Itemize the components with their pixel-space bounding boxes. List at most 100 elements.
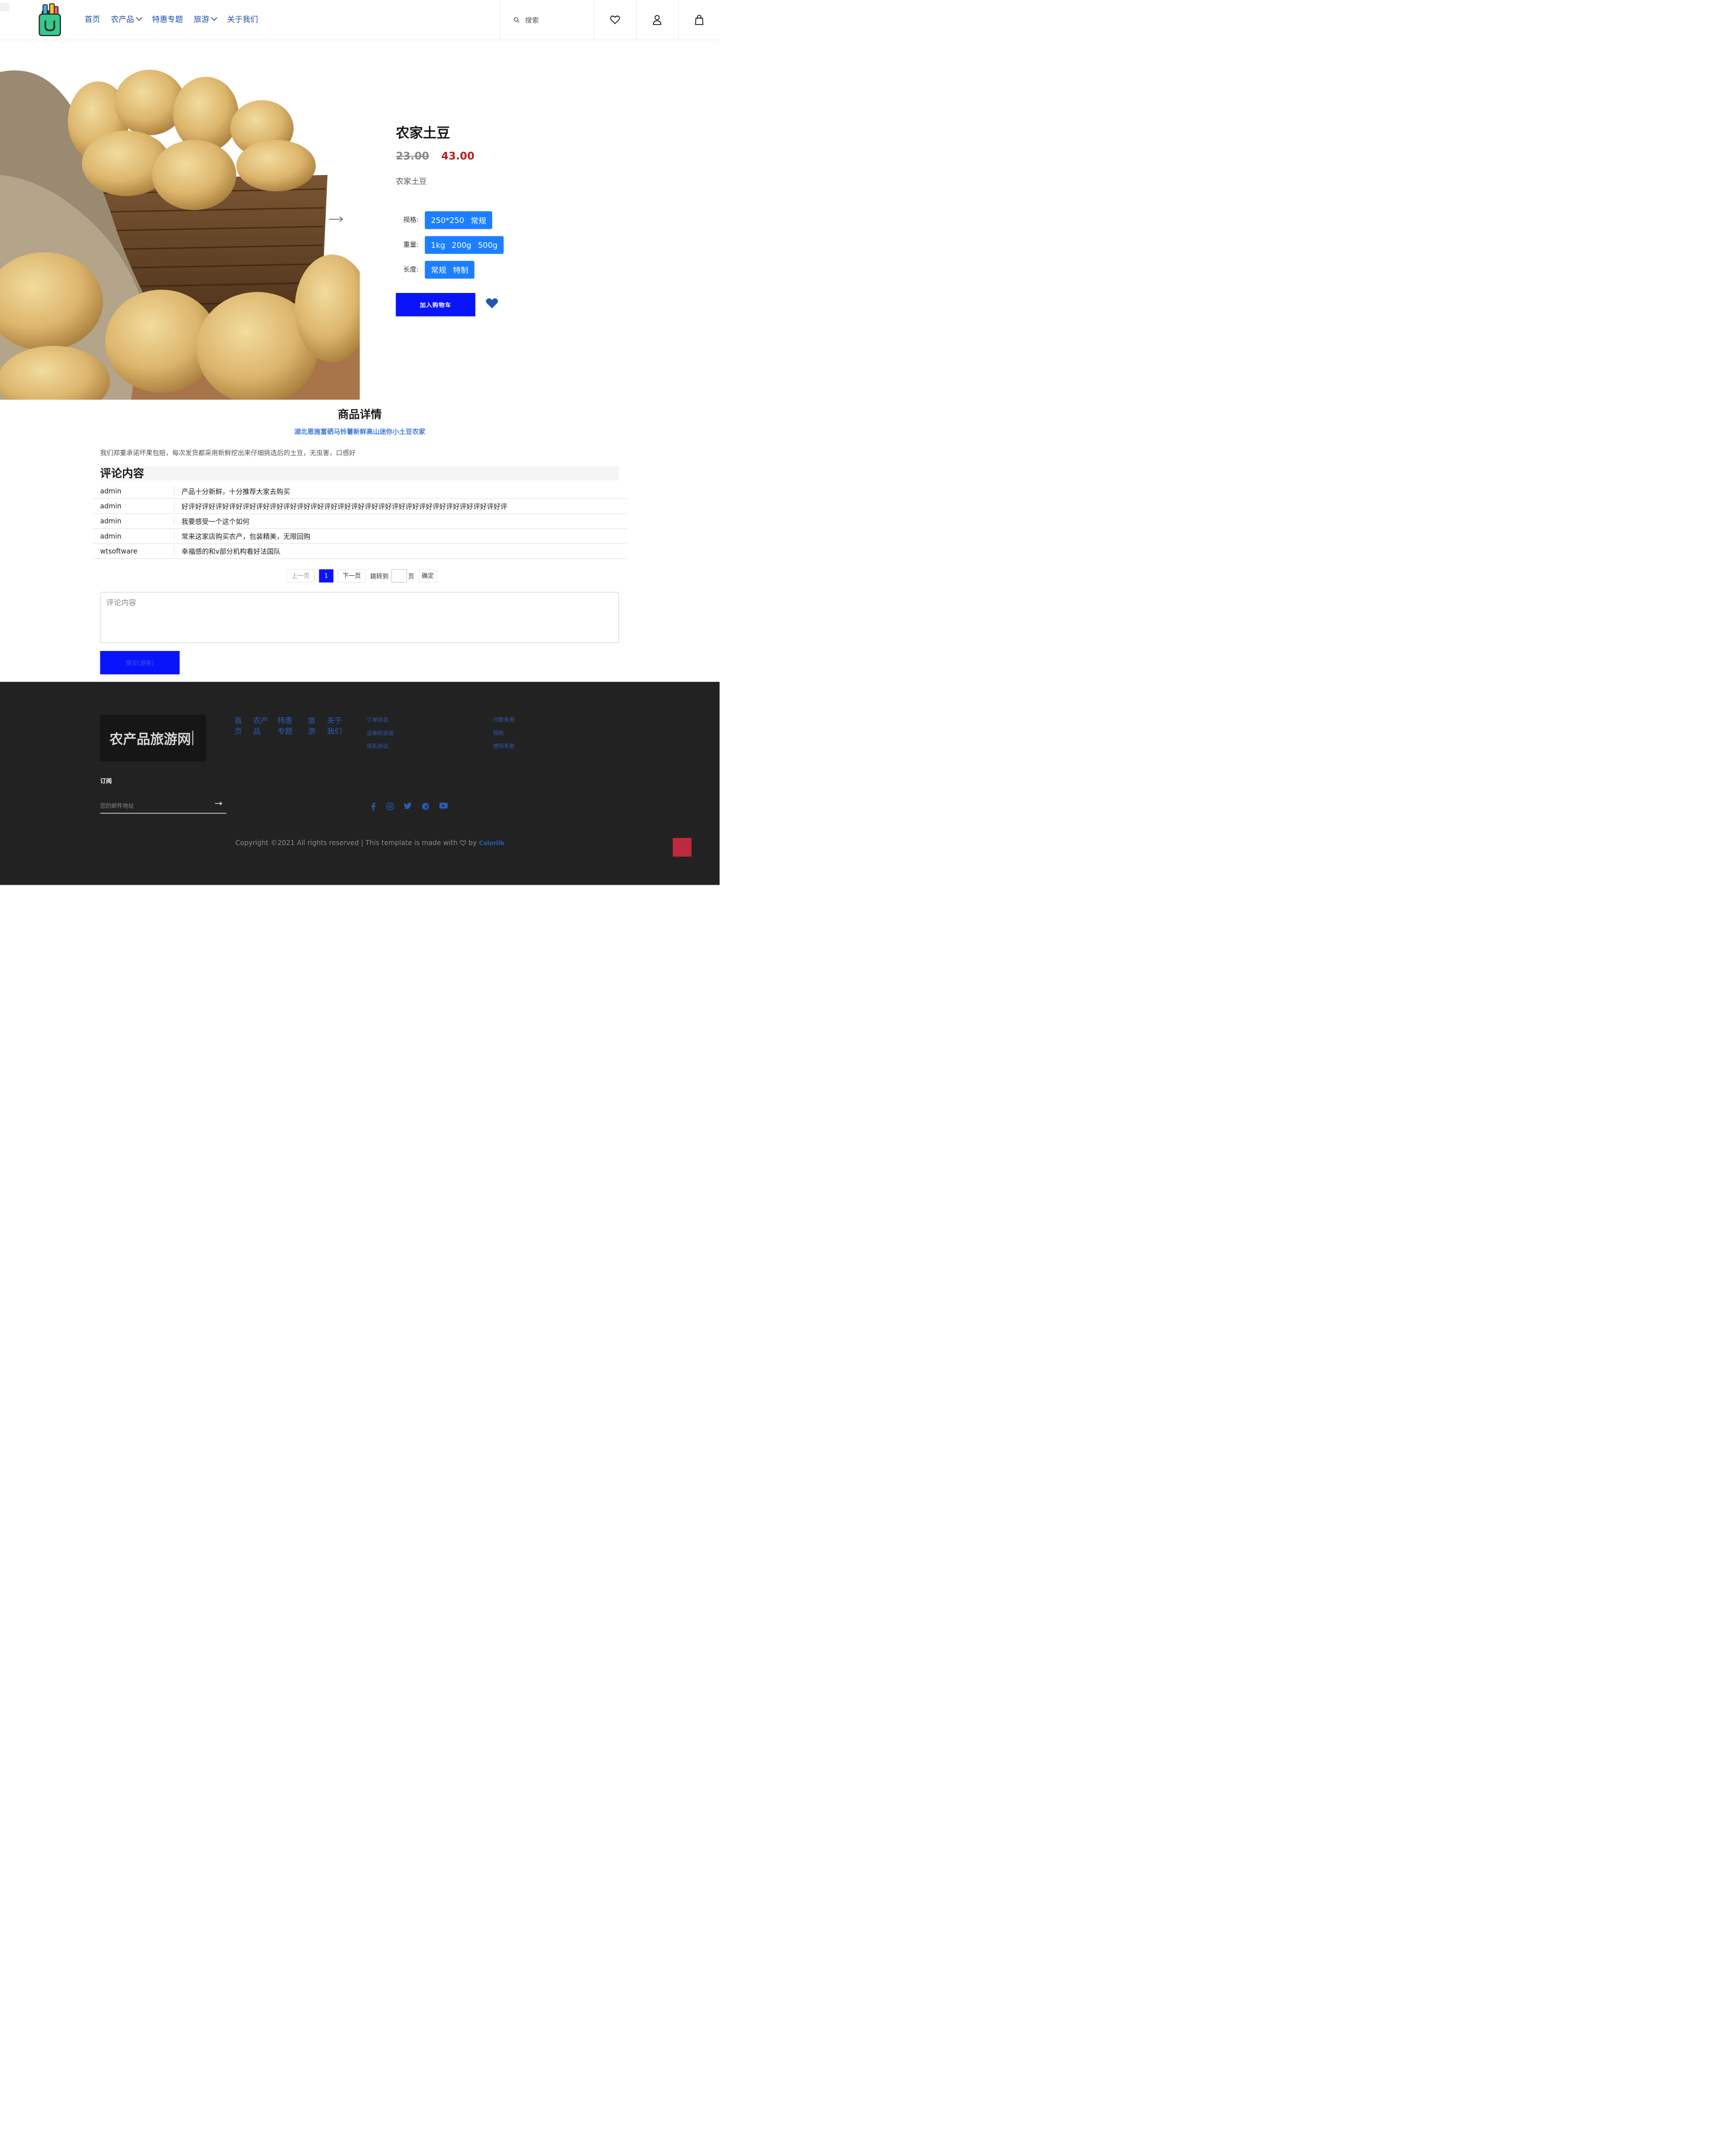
option-weight-500g[interactable]: 500g [475,240,501,250]
main-nav: 首页 农产品 特惠专题 旅游 关于我们 [85,13,269,24]
heart-icon [610,15,620,24]
footer-link-shipping[interactable]: 运输和派送 [367,729,394,737]
nav-label: 关于我们 [227,15,258,24]
option-row-length: 长度: 常规 特制 [404,261,475,279]
jump-page-input[interactable] [391,569,407,583]
table-row: admin 产品十分新鲜，十分推荐大家去购买 [93,484,627,499]
comment-input[interactable]: 评论内容 [100,592,619,644]
heart-icon [459,840,467,846]
nav-item-about[interactable]: 关于我们 [227,13,258,24]
jump-confirm-button[interactable]: 确定 [419,569,437,583]
comment-user: admin [93,486,175,496]
logo-icon[interactable] [37,3,62,37]
cart-button[interactable] [678,0,721,40]
footer-logo[interactable]: 农产品旅游网 [100,714,206,762]
footer-nav-home[interactable]: 首页 [234,715,242,737]
comment-text: 幸福感的和v部分机构看好法国队 [181,547,281,556]
jump-label: 跳转到 [370,572,389,580]
details-text: 我们郑重承诺坏果包赔，每次发货都采用新鲜挖出来仔细挑选后的土豆，无虫害，口感好 [100,449,356,457]
footer-link-order-status[interactable]: 订单状态 [367,716,388,724]
subscribe-label: 订阅 [100,777,112,785]
footer-nav-products[interactable]: 农产品 [253,715,268,737]
search-placeholder: 搜索 [525,16,539,25]
option-length-custom[interactable]: 特制 [450,264,472,275]
option-spec-250[interactable]: 250*250 [428,216,468,225]
option-label: 规格: [403,216,419,224]
corner-widget[interactable] [0,2,10,11]
back-to-top-button[interactable] [673,838,692,857]
old-price: 23.00 [396,150,429,163]
nav-label: 旅游 [194,15,209,24]
facebook-icon[interactable] [371,802,376,811]
table-row: admin 好评好评好评好评好评好评好评好评好评好评好评好评好评好评好评好评好评… [93,499,627,514]
copyright-by: by [468,838,477,847]
comments-title: 评论内容 [100,466,619,480]
chevron-down-icon [211,14,218,21]
pagination: 上一页 1 下一页 跳转到 页 确定 [286,569,441,583]
nav-label: 特惠专题 [152,15,183,24]
page: 首页 农产品 特惠专题 旅游 关于我们 搜索 农家土豆 23.00 43.00 … [0,0,720,885]
footer-link-payment[interactable]: 付款条款 [493,716,515,724]
twitter-icon[interactable] [404,802,412,810]
footer-logo-text: 农产品旅游网 [109,731,191,747]
option-row-spec: 规格: 250*250 常规 [404,211,493,229]
search-box[interactable]: 搜索 [499,0,595,40]
footer-link-privacy[interactable]: 隐私协议 [367,742,388,750]
footer-nav-about[interactable]: 关于 我们 [327,715,342,737]
youtube-icon[interactable] [439,802,448,809]
option-weight-1kg[interactable]: 1kg [428,240,449,250]
account-button[interactable] [636,0,679,40]
comment-text: 我要感受一个这个如何 [181,517,249,526]
option-group: 250*250 常规 [424,211,493,229]
product-title: 农家土豆 [396,124,450,141]
table-row: admin 常来这家店购买农产，包装精美，无限回购 [93,529,627,544]
pinterest-icon[interactable] [422,803,429,810]
instagram-icon[interactable] [386,802,394,810]
arrow-right-icon[interactable] [214,801,223,806]
email-field[interactable]: 您的邮件地址 [100,798,227,814]
heart-icon[interactable] [486,298,498,309]
chevron-up-icon [680,846,685,849]
option-row-weight: 重量: 1kg 200g 500g [404,236,504,254]
comment-text: 常来这家店购买农产，包装精美，无限回购 [181,532,311,541]
prev-page-button[interactable]: 上一页 [286,569,315,583]
comment-text: 好评好评好评好评好评好评好评好评好评好评好评好评好评好评好评好评好评好评好评好评… [181,502,507,511]
nav-item-specials[interactable]: 特惠专题 [152,13,183,24]
option-label: 重量: [403,240,419,248]
page-1-button[interactable]: 1 [319,569,334,583]
page-unit-label: 页 [408,572,414,580]
add-to-cart-button[interactable]: 加入购物车 [396,292,476,317]
email-placeholder: 您的邮件地址 [100,802,134,810]
submit-comment-button[interactable]: 提交(游客) [100,651,180,675]
shopping-bag-icon [695,15,704,25]
option-weight-200g[interactable]: 200g [449,240,475,250]
option-spec-regular[interactable]: 常规 [467,215,489,226]
footer-link-terms[interactable]: 使用条款 [493,742,515,750]
comment-user: admin [93,501,175,511]
footer-nav-travel[interactable]: 旅游 [308,715,315,737]
user-icon [652,15,661,25]
table-row: wtsoftware 幸福感的和v部分机构看好法国队 [93,544,627,559]
next-page-button[interactable]: 下一页 [337,569,366,583]
footer-link-help[interactable]: 帮助 [493,729,504,737]
product-image [0,53,360,400]
comment-text: 产品十分新鲜，十分推荐大家去购买 [181,487,290,496]
nav-label: 农产品 [111,15,134,24]
comment-user: admin [93,531,175,541]
price-row: 23.00 43.00 [396,150,474,162]
footer-nav-specials[interactable]: 特惠 专题 [278,715,293,737]
chevron-down-icon [135,14,142,21]
wishlist-button[interactable] [594,0,637,40]
nav-label: 首页 [85,15,100,24]
nav-item-home[interactable]: 首页 [85,13,100,24]
search-icon [514,17,520,23]
option-length-regular[interactable]: 常规 [428,264,450,275]
site-header: 首页 农产品 特惠专题 旅游 关于我们 搜索 [0,0,721,41]
nav-item-products[interactable]: 农产品 [111,13,142,24]
copyright-label: Copyright ©2021 All rights reserved | Th… [235,838,458,847]
author-link[interactable]: Colorlib [479,840,505,847]
comment-user: wtsoftware [93,546,175,556]
comment-table: admin 产品十分新鲜，十分推荐大家去购买 admin 好评好评好评好评好评好… [93,484,627,559]
nav-item-travel[interactable]: 旅游 [194,13,218,24]
next-image-arrow[interactable] [328,216,344,222]
